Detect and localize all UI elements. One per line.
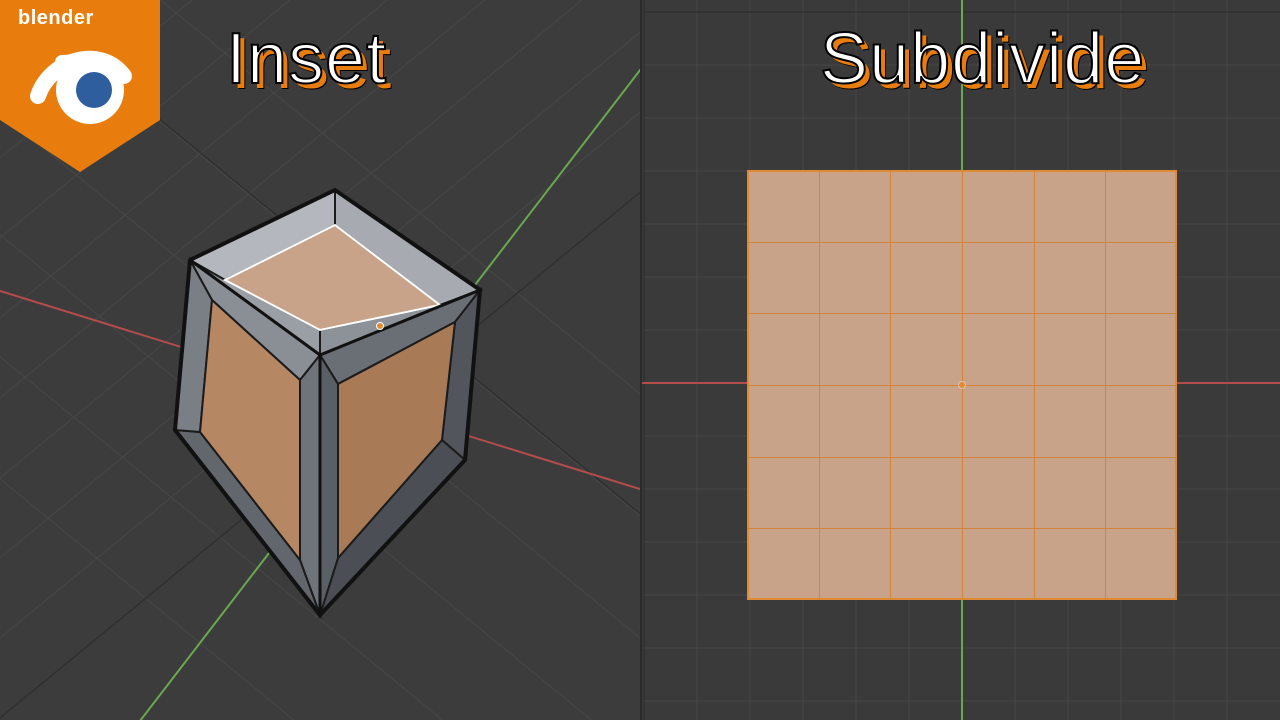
- viewport-right: [641, 0, 1280, 720]
- subdiv-edge: [819, 170, 820, 600]
- blender-logo-badge: blender: [0, 0, 160, 170]
- subdiv-edge: [1105, 170, 1106, 600]
- origin-marker: [959, 382, 965, 388]
- title-right: Subdivide: [820, 18, 1145, 100]
- panel-divider: [640, 0, 642, 720]
- subdiv-edge: [890, 170, 891, 600]
- blender-wordmark: blender: [18, 7, 94, 29]
- subdiv-edge: [1034, 170, 1035, 600]
- origin-marker: [377, 323, 384, 330]
- title-left: Inset: [226, 18, 387, 100]
- comparison-thumbnail: Inset Subdivide blender: [0, 0, 1280, 720]
- subdivided-plane: [747, 170, 1177, 600]
